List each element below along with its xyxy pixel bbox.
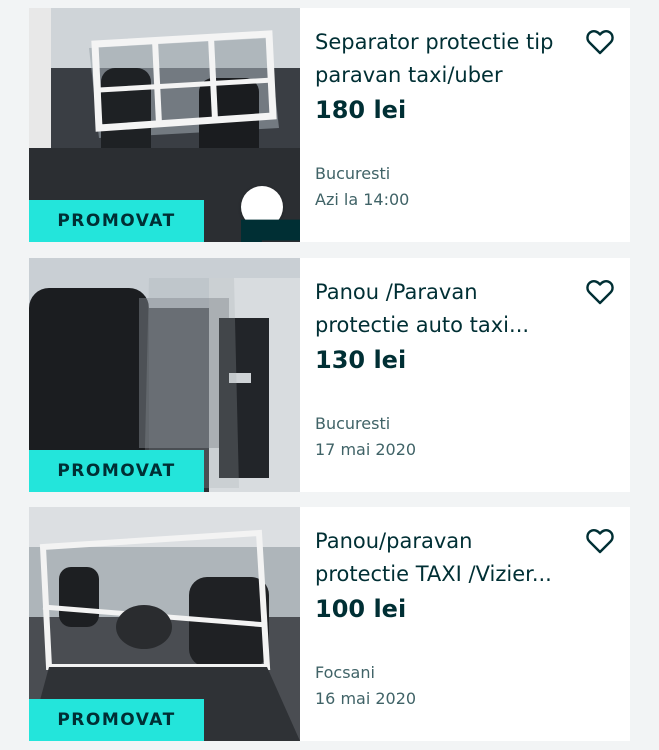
listing-location: Focsani xyxy=(315,663,375,682)
listing-price: 100 lei xyxy=(315,595,407,623)
listing-card[interactable]: PROMOVAT Panou/paravan protectie TAXI /V… xyxy=(29,507,630,741)
listing-info: Panou/paravan protectie TAXI /Vizier... … xyxy=(300,507,630,741)
listing-title[interactable]: Separator protectie tip paravan taxi/ube… xyxy=(315,26,570,92)
listing-card[interactable]: PROMOVAT Panou /Paravan protectie auto t… xyxy=(29,258,630,492)
listing-date: 16 mai 2020 xyxy=(315,689,417,708)
listing-thumbnail[interactable]: PROMOVAT xyxy=(29,258,300,492)
listing-date: 17 mai 2020 xyxy=(315,440,417,459)
listing-title[interactable]: Panou/paravan protectie TAXI /Vizier... xyxy=(315,525,570,591)
listing-date: Azi la 14:00 xyxy=(315,190,410,209)
listing-location: Bucuresti xyxy=(315,164,391,183)
heart-outline-icon xyxy=(586,529,614,554)
listing-price: 180 lei xyxy=(315,96,407,124)
favorite-button[interactable] xyxy=(584,26,616,58)
heart-outline-icon xyxy=(586,30,614,55)
listing-info: Separator protectie tip paravan taxi/ube… xyxy=(300,8,630,242)
promoted-badge: PROMOVAT xyxy=(29,200,204,242)
listing-thumbnail[interactable]: PROMOVAT xyxy=(29,8,300,242)
listing-price: 130 lei xyxy=(315,346,407,374)
truck-icon xyxy=(241,219,300,242)
listing-title[interactable]: Panou /Paravan protectie auto taxi... xyxy=(315,276,570,342)
favorite-button[interactable] xyxy=(584,525,616,557)
promoted-badge: PROMOVAT xyxy=(29,450,204,492)
listing-info: Panou /Paravan protectie auto taxi... 13… xyxy=(300,258,630,492)
listing-location: Bucuresti xyxy=(315,414,391,433)
favorite-button[interactable] xyxy=(584,276,616,308)
delivery-badge xyxy=(241,186,300,242)
listing-thumbnail[interactable]: PROMOVAT xyxy=(29,507,300,741)
listing-card[interactable]: PROMOVAT Separator protectie tip paravan… xyxy=(29,8,630,242)
heart-outline-icon xyxy=(586,280,614,305)
promoted-badge: PROMOVAT xyxy=(29,699,204,741)
